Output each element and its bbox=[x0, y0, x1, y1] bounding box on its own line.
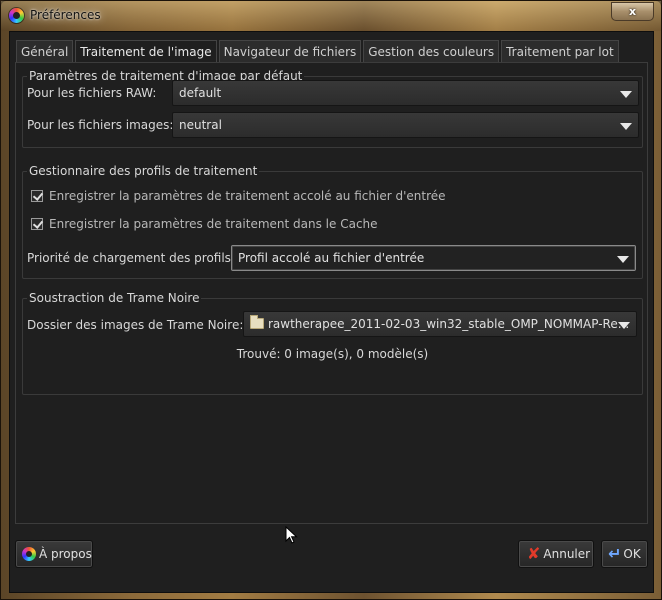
raw-files-label: Pour les fichiers RAW: bbox=[27, 86, 157, 100]
tab-batch-processing[interactable]: Traitement par lot bbox=[501, 40, 619, 62]
cancel-x-icon: ✘ bbox=[527, 544, 541, 563]
close-button[interactable]: x bbox=[611, 2, 654, 21]
default-params-group: Paramètres de traitement d'image par déf… bbox=[22, 68, 643, 148]
title-bar[interactable]: Préférences x bbox=[1, 1, 661, 31]
tab-bar: Général Traitement de l'image Navigateur… bbox=[16, 40, 621, 63]
tab-file-browser[interactable]: Navigateur de fichiers bbox=[218, 40, 362, 62]
return-arrow-icon: ↵ bbox=[608, 544, 622, 563]
load-priority-value: Profil accolé au fichier d'entrée bbox=[238, 251, 425, 265]
dark-frame-group: Soustraction de Trame Noire Dossier des … bbox=[22, 290, 643, 395]
save-sidecar-checkbox[interactable] bbox=[31, 190, 43, 202]
profile-manager-title: Gestionnaire des profils de traitement bbox=[27, 163, 260, 179]
rawtherapee-logo-icon bbox=[22, 547, 36, 561]
image-profile-dropdown[interactable]: neutral bbox=[172, 112, 639, 138]
cancel-button[interactable]: ✘ Annuler bbox=[518, 540, 594, 568]
save-sidecar-label: Enregistrer la paramètres de traitement … bbox=[49, 189, 446, 203]
image-processing-panel: Paramètres de traitement d'image par déf… bbox=[15, 62, 648, 524]
image-files-label: Pour les fichiers images: bbox=[27, 118, 174, 132]
tab-general[interactable]: Général bbox=[16, 40, 74, 62]
raw-profile-value: default bbox=[179, 86, 222, 100]
window-title: Préférences bbox=[30, 8, 101, 22]
profile-manager-group: Gestionnaire des profils de traitement E… bbox=[22, 163, 643, 279]
save-sidecar-checkbox-row[interactable]: Enregistrer la paramètres de traitement … bbox=[31, 189, 446, 205]
tab-color-management[interactable]: Gestion des couleurs bbox=[363, 40, 500, 62]
dark-frame-folder-chooser[interactable]: rawtherapee_2011-02-03_win32_stable_OMP_… bbox=[243, 311, 637, 337]
chevron-down-icon bbox=[617, 256, 629, 263]
chevron-down-icon bbox=[620, 91, 632, 98]
preferences-window: Préférences x Général Traitement de l'im… bbox=[0, 0, 662, 600]
ok-button[interactable]: ↵ OK bbox=[601, 540, 648, 568]
dialog-client-area: Général Traitement de l'image Navigateur… bbox=[9, 31, 654, 593]
save-cache-label: Enregistrer la paramètres de traitement … bbox=[49, 217, 378, 231]
chevron-down-icon bbox=[618, 322, 630, 329]
image-profile-value: neutral bbox=[179, 118, 222, 132]
load-priority-dropdown[interactable]: Profil accolé au fichier d'entrée bbox=[231, 245, 636, 271]
about-button[interactable]: À propos bbox=[15, 540, 93, 568]
about-button-label: À propos bbox=[39, 547, 92, 561]
folder-icon bbox=[250, 315, 264, 329]
save-cache-checkbox-row[interactable]: Enregistrer la paramètres de traitement … bbox=[31, 217, 378, 233]
chevron-down-icon bbox=[620, 123, 632, 130]
dark-frame-found-status: Trouvé: 0 image(s), 0 modèle(s) bbox=[236, 347, 429, 361]
save-cache-checkbox[interactable] bbox=[31, 218, 43, 230]
ok-button-label: OK bbox=[623, 547, 641, 561]
dark-frame-folder-value: rawtherapee_2011-02-03_win32_stable_OMP_… bbox=[268, 317, 630, 331]
dark-frame-folder-label: Dossier des images de Trame Noire: bbox=[27, 318, 244, 332]
dark-frame-title: Soustraction de Trame Noire bbox=[27, 290, 202, 306]
cancel-button-label: Annuler bbox=[543, 547, 591, 561]
raw-profile-dropdown[interactable]: default bbox=[172, 80, 639, 106]
load-priority-label: Priorité de chargement des profils: bbox=[27, 251, 235, 265]
tab-image-processing[interactable]: Traitement de l'image bbox=[75, 40, 217, 63]
rawtherapee-logo-icon bbox=[9, 8, 24, 23]
